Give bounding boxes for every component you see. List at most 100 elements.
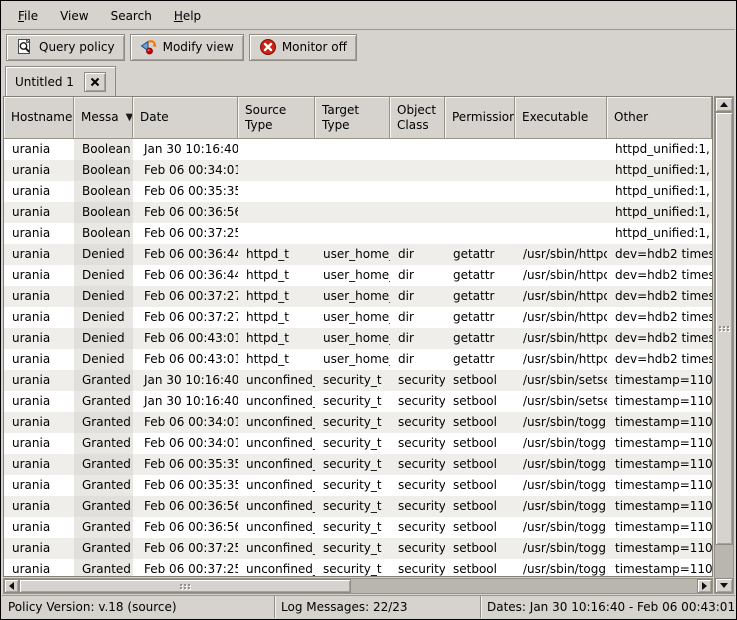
column-label: Messa	[81, 110, 119, 125]
seaudit-window: FileViewSearchHelp Query policy	[0, 0, 737, 620]
cell-hostname: urania	[4, 475, 74, 496]
table-row[interactable]: uraniaGrantedJan 30 10:16:40unconfined_s…	[4, 370, 712, 391]
cell-permission	[445, 139, 515, 160]
column-header-executable[interactable]: Executable	[515, 97, 607, 139]
modify-view-button[interactable]: Modify view	[130, 34, 244, 61]
table-row[interactable]: uraniaGrantedFeb 06 00:36:56unconfined_s…	[4, 517, 712, 538]
cell-message: Boolean	[74, 160, 133, 181]
cell-hostname: urania	[4, 181, 74, 202]
cell-date: Feb 06 00:36:44	[133, 244, 238, 265]
column-header-date[interactable]: Date	[133, 97, 238, 139]
query-policy-button[interactable]: Query policy	[6, 34, 125, 61]
table-row[interactable]: uraniaGrantedFeb 06 00:36:56unconfined_s…	[4, 496, 712, 517]
menu-file[interactable]: File	[8, 5, 48, 27]
cell-executable	[515, 202, 607, 223]
cell-target-type: security_t	[315, 517, 390, 538]
table-row[interactable]: uraniaBooleanFeb 06 00:36:56httpd_unifie…	[4, 202, 712, 223]
log-view: HostnameMessa▼ Date Source TypeTarget Type…	[3, 96, 734, 594]
tab-label: Untitled 1	[15, 75, 74, 89]
table-row[interactable]: uraniaDeniedFeb 06 00:36:44httpd_tuser_h…	[4, 265, 712, 286]
cell-object-class: security	[390, 475, 445, 496]
table-row[interactable]: uraniaDeniedFeb 06 00:36:44httpd_tuser_h…	[4, 244, 712, 265]
column-header-object-class[interactable]: Object Class	[390, 97, 445, 139]
tab-untitled-1[interactable]: Untitled 1	[5, 66, 116, 96]
table-row[interactable]: uraniaGrantedFeb 06 00:34:01unconfined_s…	[4, 433, 712, 454]
log-table-body: uraniaBooleanJan 30 10:16:40httpd_unifie…	[4, 139, 712, 576]
query-policy-label: Query policy	[39, 40, 115, 54]
table-row[interactable]: uraniaBooleanJan 30 10:16:40httpd_unifie…	[4, 139, 712, 160]
close-icon	[90, 77, 100, 87]
cell-date: Feb 06 00:36:44	[133, 265, 238, 286]
cell-executable: /usr/sbin/toggle	[515, 559, 607, 576]
cell-hostname: urania	[4, 496, 74, 517]
table-row[interactable]: uraniaGrantedFeb 06 00:37:25unconfined_s…	[4, 559, 712, 576]
cell-hostname: urania	[4, 202, 74, 223]
column-label: Date	[140, 110, 169, 125]
cell-permission: setbool	[445, 538, 515, 559]
cell-other: dev=hdb2 timesta	[607, 286, 712, 307]
scroll-down-button[interactable]	[715, 578, 733, 593]
cell-other: httpd_unified:1, h	[607, 139, 712, 160]
cell-date: Feb 06 00:34:01	[133, 412, 238, 433]
cell-source-type: httpd_t	[238, 307, 315, 328]
menu-search[interactable]: Search	[101, 5, 162, 27]
cell-target-type: security_t	[315, 538, 390, 559]
column-header-target-type[interactable]: Target Type	[315, 97, 390, 139]
table-row[interactable]: uraniaBooleanFeb 06 00:37:25httpd_unifie…	[4, 223, 712, 244]
vertical-scrollbar[interactable]	[714, 96, 734, 594]
cell-executable: /usr/sbin/toggle	[515, 475, 607, 496]
cell-message: Boolean	[74, 181, 133, 202]
column-header-other[interactable]: Other	[607, 97, 712, 139]
tab-close-button[interactable]	[84, 72, 106, 92]
cell-other: timestamp=11076	[607, 433, 712, 454]
table-row[interactable]: uraniaGrantedFeb 06 00:37:25unconfined_s…	[4, 538, 712, 559]
cell-hostname: urania	[4, 160, 74, 181]
cell-source-type: httpd_t	[238, 265, 315, 286]
cell-other: httpd_unified:1, h	[607, 160, 712, 181]
table-row[interactable]: uraniaDeniedFeb 06 00:43:01httpd_tuser_h…	[4, 349, 712, 370]
table-row[interactable]: uraniaDeniedFeb 06 00:37:27httpd_tuser_h…	[4, 307, 712, 328]
cell-executable: /usr/sbin/setseb	[515, 391, 607, 412]
cell-executable: /usr/sbin/toggle	[515, 433, 607, 454]
cell-other: timestamp=11076	[607, 475, 712, 496]
table-row[interactable]: uraniaGrantedFeb 06 00:35:35unconfined_s…	[4, 475, 712, 496]
table-row[interactable]: uraniaBooleanFeb 06 00:35:35httpd_unifie…	[4, 181, 712, 202]
column-header-source-type[interactable]: Source Type	[238, 97, 315, 139]
cell-other: dev=hdb2 timesta	[607, 244, 712, 265]
vertical-scrollbar-thumb[interactable]	[715, 112, 733, 545]
horizontal-scrollbar-thumb[interactable]	[19, 579, 351, 593]
cell-object-class: security	[390, 559, 445, 576]
table-row[interactable]: uraniaDeniedFeb 06 00:43:01httpd_tuser_h…	[4, 328, 712, 349]
tab-bar: Untitled 1	[2, 63, 735, 96]
menu-help[interactable]: Help	[164, 5, 211, 27]
column-header-message[interactable]: Messa▼	[74, 97, 133, 139]
cell-target-type: security_t	[315, 475, 390, 496]
dates-status: Dates: Jan 30 10:16:40 - Feb 06 00:43:01	[480, 596, 735, 618]
cell-permission: setbool	[445, 517, 515, 538]
cell-permission: setbool	[445, 475, 515, 496]
cell-target-type: user_home_	[315, 349, 390, 370]
cell-object-class	[390, 223, 445, 244]
cell-date: Feb 06 00:37:27	[133, 307, 238, 328]
cell-other: timestamp=11071	[607, 370, 712, 391]
scroll-right-button[interactable]	[697, 579, 712, 593]
monitor-off-button[interactable]: Monitor off	[249, 34, 357, 61]
table-row[interactable]: uraniaGrantedJan 30 10:16:40unconfined_s…	[4, 391, 712, 412]
table-row[interactable]: uraniaGrantedFeb 06 00:35:35unconfined_s…	[4, 454, 712, 475]
table-row[interactable]: uraniaDeniedFeb 06 00:37:27httpd_tuser_h…	[4, 286, 712, 307]
cell-message: Granted	[74, 538, 133, 559]
cell-message: Denied	[74, 328, 133, 349]
table-row[interactable]: uraniaGrantedFeb 06 00:34:01unconfined_s…	[4, 412, 712, 433]
column-label: Target Type	[322, 103, 359, 133]
column-header-permission[interactable]: Permission	[445, 97, 515, 139]
column-header-hostname[interactable]: Hostname	[4, 97, 74, 139]
scroll-left-button[interactable]	[4, 579, 19, 593]
policy-version-status: Policy Version: v.18 (source)	[2, 596, 274, 618]
table-row[interactable]: uraniaBooleanFeb 06 00:34:01 httpd_unifie…	[4, 160, 712, 181]
menu-view[interactable]: View	[50, 5, 98, 27]
scroll-up-button[interactable]	[715, 97, 733, 112]
cell-date: Feb 06 00:37:25	[133, 559, 238, 576]
horizontal-scrollbar[interactable]	[3, 578, 713, 594]
cell-date: Feb 06 00:34:01	[133, 160, 238, 181]
cell-source-type: httpd_t	[238, 244, 315, 265]
